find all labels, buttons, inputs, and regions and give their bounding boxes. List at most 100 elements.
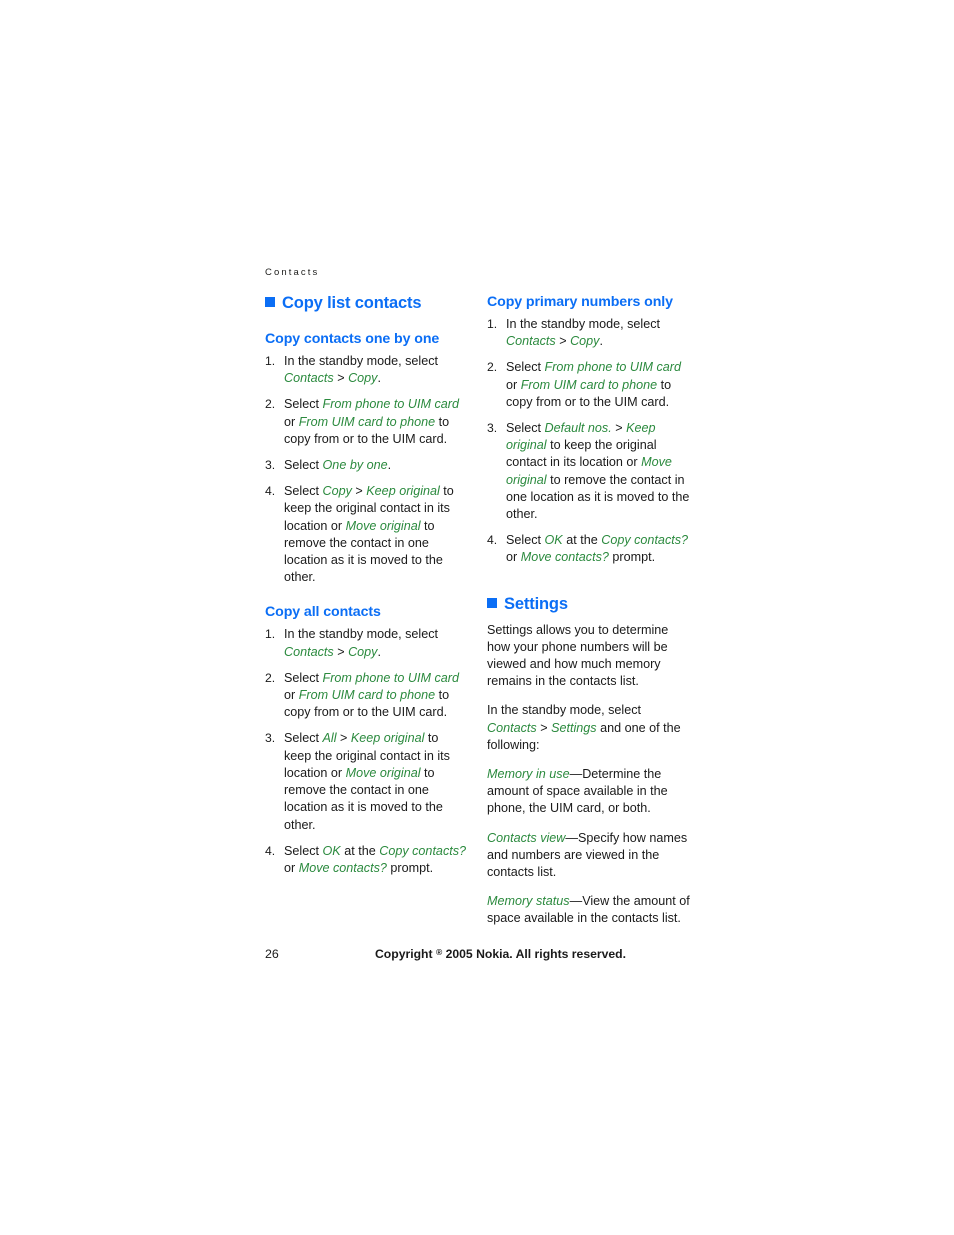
- step-item: Select From phone to UIM card or From UI…: [487, 359, 690, 411]
- ui-term: Copy: [348, 371, 378, 386]
- ui-term: Move contacts?: [298, 860, 387, 875]
- body-text: >: [333, 371, 349, 386]
- ui-term: Memory in use: [487, 767, 570, 782]
- copyright-prefix: Copyright: [375, 947, 433, 961]
- body-text: Select: [284, 731, 323, 746]
- body-text: at the: [562, 533, 602, 548]
- body-text: >: [336, 731, 351, 746]
- body-text: .: [377, 371, 381, 386]
- body-text: .: [387, 458, 392, 473]
- ui-term: From phone to UIM card: [322, 670, 459, 685]
- ui-term: Contacts: [506, 334, 556, 349]
- ui-term: Keep original: [366, 484, 440, 499]
- square-bullet-icon: [265, 297, 275, 307]
- section-heading-label: Settings: [504, 594, 568, 613]
- page-number: 26: [265, 947, 279, 961]
- paragraph: Memory in use—Determine the amount of sp…: [487, 766, 690, 818]
- running-header: Contacts: [265, 267, 320, 278]
- body-text: In the standby mode, select: [487, 703, 642, 718]
- ui-term: From UIM card to phone: [298, 688, 436, 703]
- ui-term: OK: [544, 533, 563, 548]
- copyright-notice: Copyright ® 2005 Nokia. All rights reser…: [375, 947, 626, 961]
- square-bullet-icon: [487, 597, 497, 608]
- body-text: .: [599, 334, 603, 349]
- ui-term: Keep original: [350, 731, 425, 746]
- section-heading-label: Copy list contacts: [282, 294, 422, 312]
- settings-paragraphs: Settings allows you to determine how you…: [487, 622, 690, 928]
- paragraph: Settings allows you to determine how you…: [487, 622, 690, 691]
- body-text: Select: [284, 484, 323, 499]
- step-item: Select From phone to UIM card or From UI…: [265, 670, 468, 722]
- body-text: at the: [340, 843, 380, 858]
- body-text: In the standby mode, select: [284, 354, 439, 368]
- ui-term: From UIM card to phone: [520, 377, 658, 392]
- body-text: Settings allows you to determine how you…: [487, 622, 669, 689]
- step-item: In the standby mode, select Contacts > C…: [265, 626, 468, 660]
- ui-term: Move contacts?: [520, 550, 609, 565]
- ui-term: Copy: [570, 334, 600, 349]
- subheading-copy-all-contacts: Copy all contacts: [265, 604, 381, 621]
- ui-term: Copy: [348, 644, 378, 659]
- ui-term: All: [322, 731, 337, 746]
- body-text: or: [284, 414, 299, 429]
- section-heading-settings: Settings: [487, 595, 690, 614]
- body-text: .: [377, 644, 381, 659]
- ui-term: OK: [322, 843, 341, 858]
- ui-term: Move original: [345, 518, 421, 533]
- step-item: Select Copy > Keep original to keep the …: [265, 483, 468, 586]
- manual-page: Contacts Copy list contacts Copy contact…: [0, 0, 954, 1235]
- ui-term: Contacts view: [487, 830, 566, 845]
- ui-term: One by one: [322, 458, 388, 473]
- body-text: Select: [506, 421, 545, 436]
- body-text: >: [611, 421, 627, 436]
- body-text: or: [284, 688, 299, 703]
- step-item: Select One by one.: [265, 457, 468, 474]
- copyright-suffix: 2005 Nokia. All rights reserved.: [445, 947, 627, 961]
- paragraph: Memory status—View the amount of space a…: [487, 893, 690, 927]
- ui-term: From phone to UIM card: [544, 360, 681, 375]
- steps-copy-all-contacts: In the standby mode, select Contacts > C…: [265, 626, 468, 877]
- steps-copy-primary-numbers-only: In the standby mode, select Contacts > C…: [487, 316, 690, 567]
- ui-term: From phone to UIM card: [322, 397, 459, 412]
- step-item: In the standby mode, select Contacts > C…: [487, 316, 690, 350]
- ui-term: Contacts: [487, 720, 537, 735]
- body-text: >: [351, 484, 367, 499]
- body-text: >: [333, 644, 349, 659]
- ui-term: Copy contacts?: [601, 533, 689, 548]
- ui-term: Move original: [345, 765, 421, 780]
- body-text: Select: [284, 458, 323, 473]
- step-item: Select OK at the Copy contacts? or Move …: [487, 532, 690, 566]
- right-column: Copy primary numbers only In the standby…: [487, 294, 690, 928]
- step-item: Select All > Keep original to keep the o…: [265, 730, 468, 833]
- body-text: prompt.: [608, 550, 656, 565]
- ui-term: Copy: [322, 484, 352, 499]
- subheading-copy-contacts-one-by-one: Copy contacts one by one: [265, 330, 440, 347]
- body-text: or: [284, 860, 299, 875]
- ui-term: Contacts: [284, 371, 334, 386]
- ui-term: Settings: [551, 720, 597, 735]
- steps-copy-contacts-one-by-one: In the standby mode, select Contacts > C…: [265, 353, 468, 586]
- copyright-symbol: ®: [435, 947, 443, 957]
- subheading-copy-primary-numbers-only: Copy primary numbers only: [487, 294, 673, 310]
- paragraph: Contacts view—Specify how names and numb…: [487, 830, 690, 882]
- body-text: or: [506, 550, 521, 565]
- step-item: Select From phone to UIM card or From UI…: [265, 396, 468, 448]
- section-heading-copy-list-contacts: Copy list contacts: [265, 294, 468, 313]
- step-item: In the standby mode, select Contacts > C…: [265, 353, 468, 387]
- body-text: Select: [284, 670, 323, 685]
- ui-term: Contacts: [284, 644, 334, 659]
- body-text: Select: [284, 397, 323, 412]
- ui-term: Memory status: [487, 894, 570, 909]
- body-text: In the standby mode, select: [284, 627, 439, 642]
- body-text: Select: [506, 360, 545, 375]
- ui-term: From UIM card to phone: [298, 414, 436, 429]
- paragraph: In the standby mode, select Contacts > S…: [487, 702, 690, 754]
- body-text: or: [506, 377, 521, 392]
- step-item: Select OK at the Copy contacts? or Move …: [265, 843, 468, 877]
- step-item: Select Default nos. > Keep original to k…: [487, 420, 690, 523]
- body-text: In the standby mode, select: [506, 317, 661, 332]
